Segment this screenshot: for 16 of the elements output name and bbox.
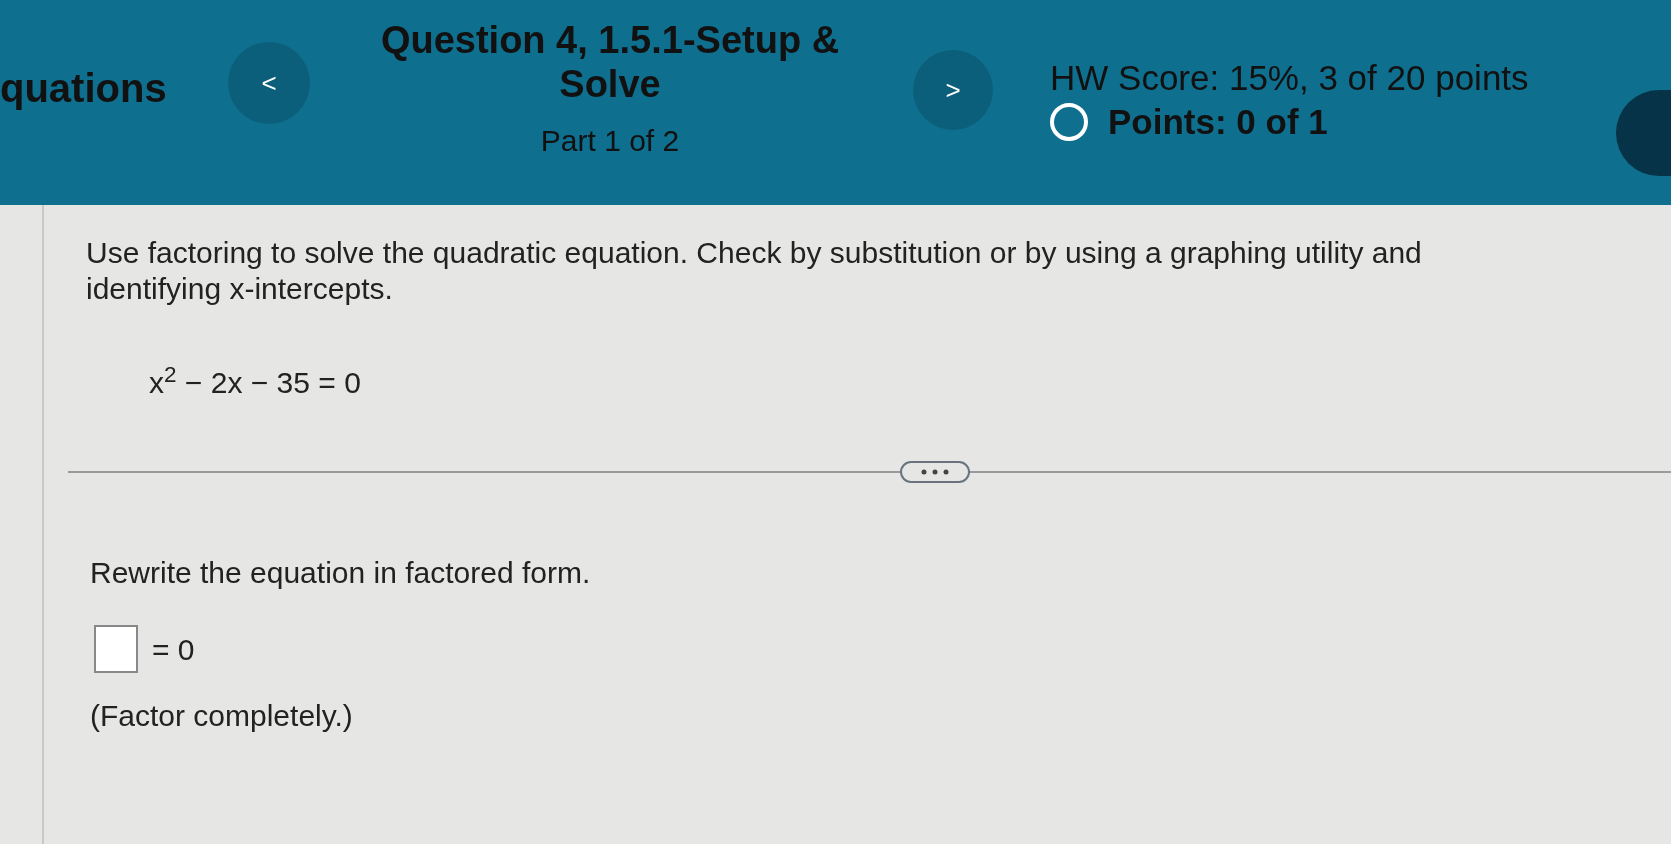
hint-text: (Factor completely.) [90,698,353,734]
dots-icon [921,469,949,475]
question-title: Question 4, 1.5.1-Setup & Solve [379,18,841,106]
instruction-text: Use factoring to solve the quadratic equation. Check by substitution or by using a graphing utility and identifying x-intercepts. [86,235,1423,307]
equation: x$^{2}$ − 2x − 35 = 0 [149,360,361,401]
part-label: Part 1 of 2 [540,123,680,159]
section-title: quations [0,65,167,112]
side-button[interactable] [1616,90,1671,176]
equals-zero: = 0 [152,631,195,668]
next-button[interactable]: > [913,50,993,130]
points-label: Points: 0 of 1 [1108,101,1328,143]
more-button[interactable] [900,461,970,483]
previous-button[interactable]: < [228,42,310,124]
hw-score: HW Score: 15%, 3 of 20 points [1050,57,1529,99]
answer-box[interactable] [94,625,138,673]
prompt-text: Rewrite the equation in factored form. [90,555,591,591]
